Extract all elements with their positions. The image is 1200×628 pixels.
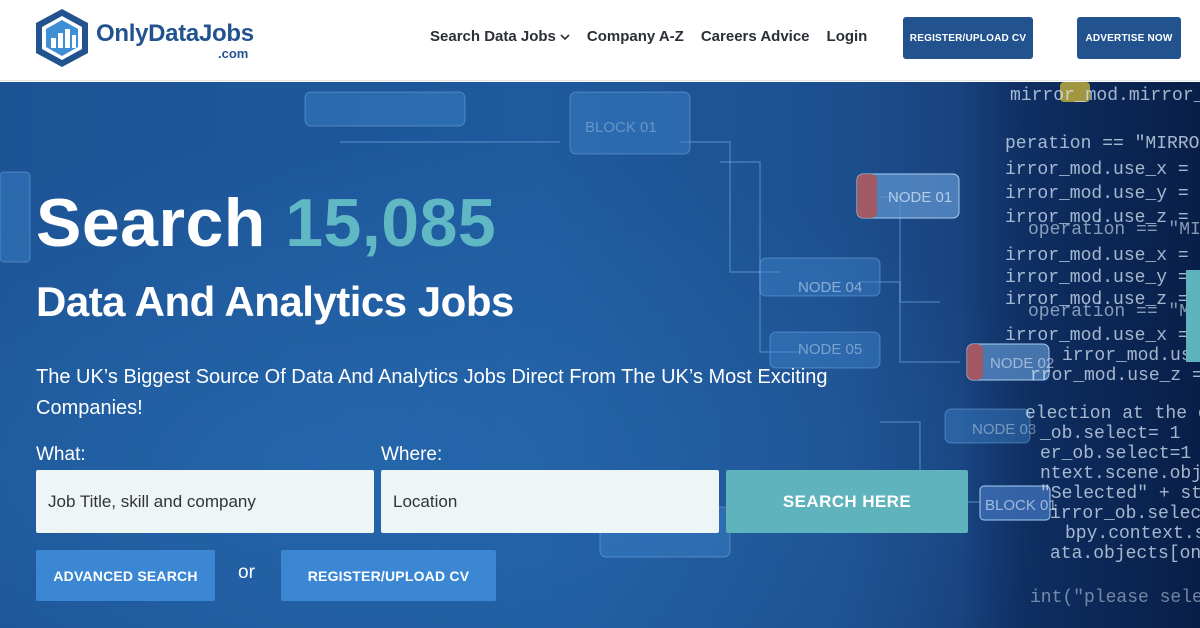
feedback-tab[interactable] xyxy=(1186,270,1200,362)
headline-prefix: Search xyxy=(36,185,266,261)
nav-label: Careers Advice xyxy=(700,28,810,45)
nav-label: Search Data Jobs xyxy=(430,28,556,45)
hero-headline: Search 15,085 xyxy=(36,184,496,262)
main-nav: Search Data Jobs Company A-Z Careers Adv… xyxy=(430,28,867,45)
nav-label: Company A-Z xyxy=(586,28,684,45)
logo-icon xyxy=(36,9,88,67)
nav-careers-advice[interactable]: Careers Advice xyxy=(701,28,810,45)
nav-company-a-z[interactable]: Company A-Z xyxy=(587,28,684,45)
hero-tagline: The UK’s Biggest Source Of Data And Anal… xyxy=(36,366,828,419)
hero-content: Search 15,085 Data And Analytics Jobs Th… xyxy=(0,82,1200,628)
search-button[interactable]: SEARCH HERE xyxy=(726,470,968,533)
hero-subheadline: Data And Analytics Jobs xyxy=(36,278,514,325)
job-count: 15,085 xyxy=(285,185,497,261)
logo-domain: .com xyxy=(218,46,249,61)
location-input[interactable] xyxy=(381,470,719,533)
nav-label: Login xyxy=(826,28,868,45)
site-header: OnlyDataJobs .com Search Data Jobs Compa… xyxy=(0,0,1200,81)
where-label: Where: xyxy=(381,444,443,465)
logo-text: OnlyDataJobs xyxy=(96,20,254,47)
advertise-now-button[interactable]: ADVERTISE NOW xyxy=(1077,17,1181,59)
advanced-search-button[interactable]: ADVANCED SEARCH xyxy=(36,550,215,601)
what-label: What: xyxy=(36,444,86,465)
or-separator: or xyxy=(238,562,255,583)
what-search-input[interactable] xyxy=(36,470,374,533)
register-upload-cv-button[interactable]: REGISTER/UPLOAD CV xyxy=(903,17,1033,59)
hero-section: NODE 01 NODE 04 NODE 05 NODE 02 NODE 03 … xyxy=(0,82,1200,628)
chevron-down-icon xyxy=(560,33,570,40)
register-upload-cv-hero-button[interactable]: REGISTER/UPLOAD CV xyxy=(281,550,496,601)
nav-search-data-jobs[interactable]: Search Data Jobs xyxy=(430,28,570,45)
nav-login[interactable]: Login xyxy=(827,28,868,45)
